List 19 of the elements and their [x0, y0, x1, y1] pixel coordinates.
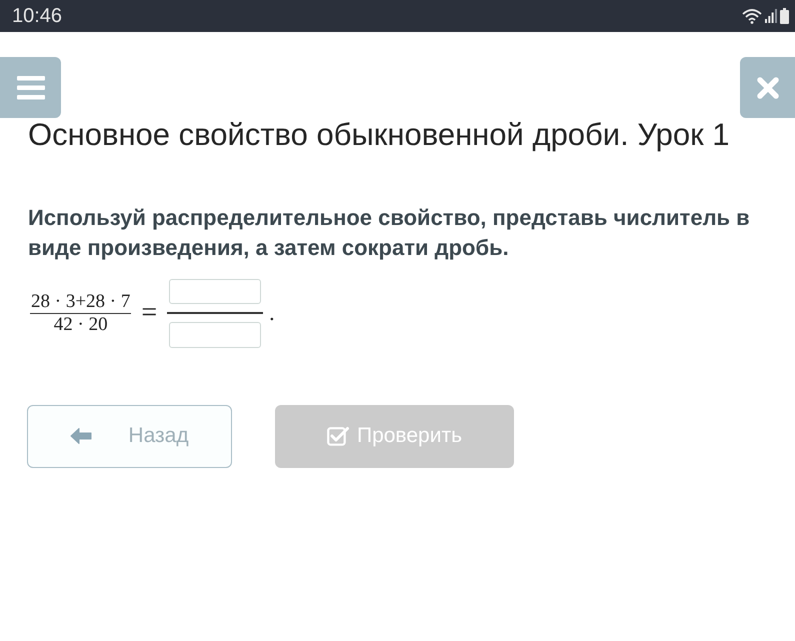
task-instruction: Используй распределительное свойство, представь числитель в виде произведения, а затем сократи дробь.	[28, 204, 751, 262]
menu-icon	[16, 76, 44, 100]
wifi-icon	[742, 8, 762, 24]
denominator-input[interactable]	[169, 322, 262, 348]
numerator-input[interactable]	[169, 279, 262, 304]
checkbox-icon	[326, 426, 349, 446]
lesson-title: Основное свойство обыкновенной дроби. Урок 1	[27, 118, 731, 152]
period-mark: .	[269, 302, 275, 324]
menu-button[interactable]	[0, 57, 61, 118]
signal-icon	[765, 9, 777, 23]
status-time: 10:46	[12, 4, 62, 29]
arrow-left-icon	[70, 427, 92, 445]
equals-sign: =	[141, 298, 158, 328]
fraction-numerator: 28 · 3+28 · 7	[30, 290, 132, 313]
battery-icon	[780, 8, 789, 24]
close-icon	[756, 76, 778, 98]
close-button[interactable]	[740, 57, 795, 118]
back-button[interactable]: Назад	[27, 404, 232, 468]
fraction-denominator: 42 · 20	[54, 314, 108, 336]
